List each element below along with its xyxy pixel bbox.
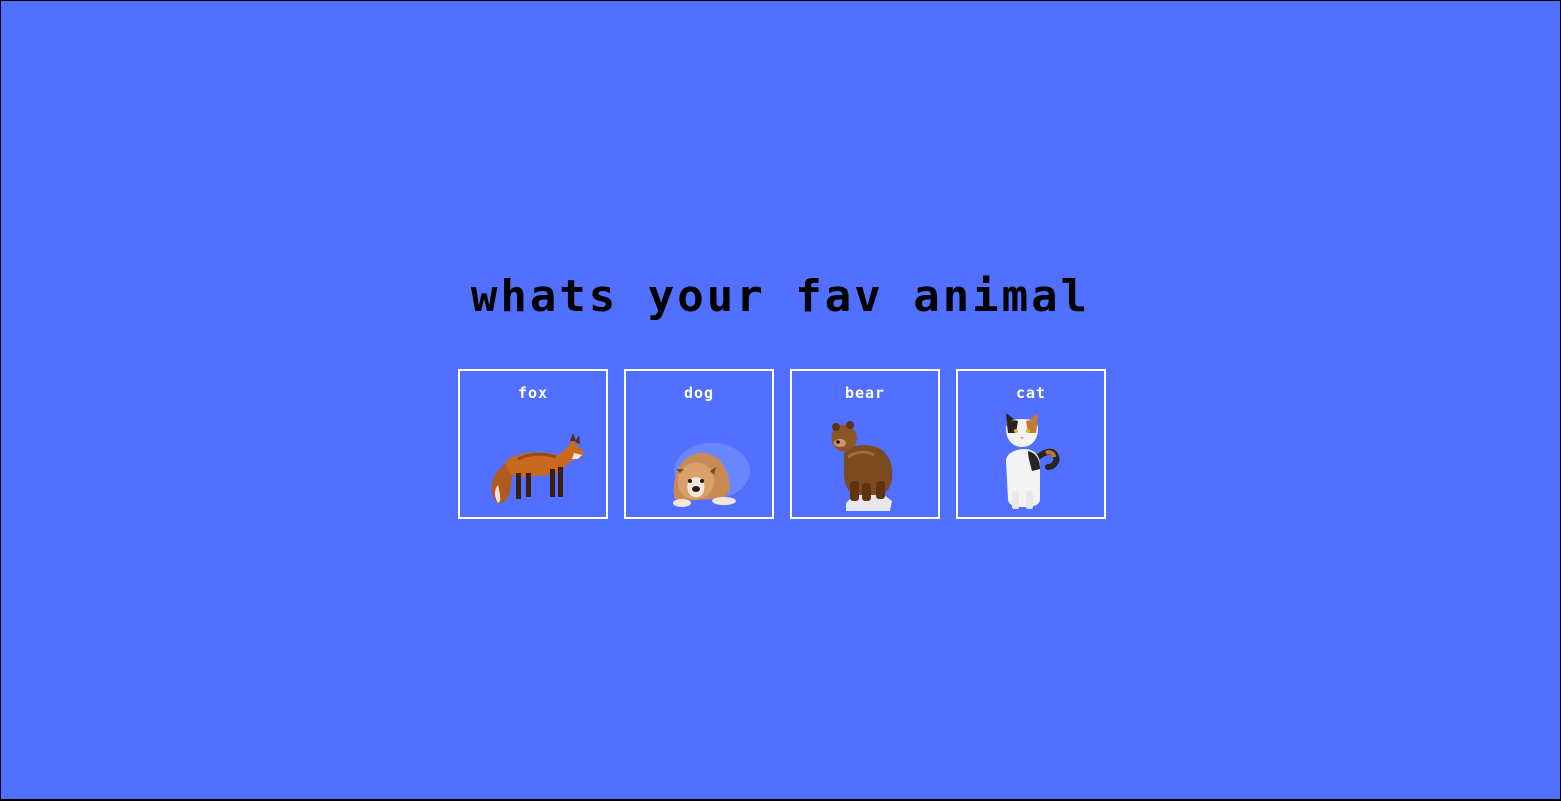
animal-card-grid: fox dog bear cat — [458, 369, 1106, 519]
card-label-dog: dog — [683, 384, 715, 402]
card-label-cat: cat — [1015, 384, 1047, 402]
card-label-fox: fox — [517, 384, 549, 402]
animal-card-fox[interactable]: fox — [458, 369, 608, 519]
cat-icon — [1006, 413, 1060, 509]
dog-icon — [673, 443, 750, 507]
card-label-bear: bear — [844, 384, 886, 402]
animal-card-bear[interactable]: bear — [790, 369, 940, 519]
bear-icon — [831, 421, 893, 511]
animal-card-dog[interactable]: dog — [624, 369, 774, 519]
page-background: whats your fav animal fox dog bear cat — [1, 1, 1560, 799]
page-title: whats your fav animal — [470, 271, 1091, 322]
fox-icon — [491, 433, 584, 504]
animal-card-cat[interactable]: cat — [956, 369, 1106, 519]
